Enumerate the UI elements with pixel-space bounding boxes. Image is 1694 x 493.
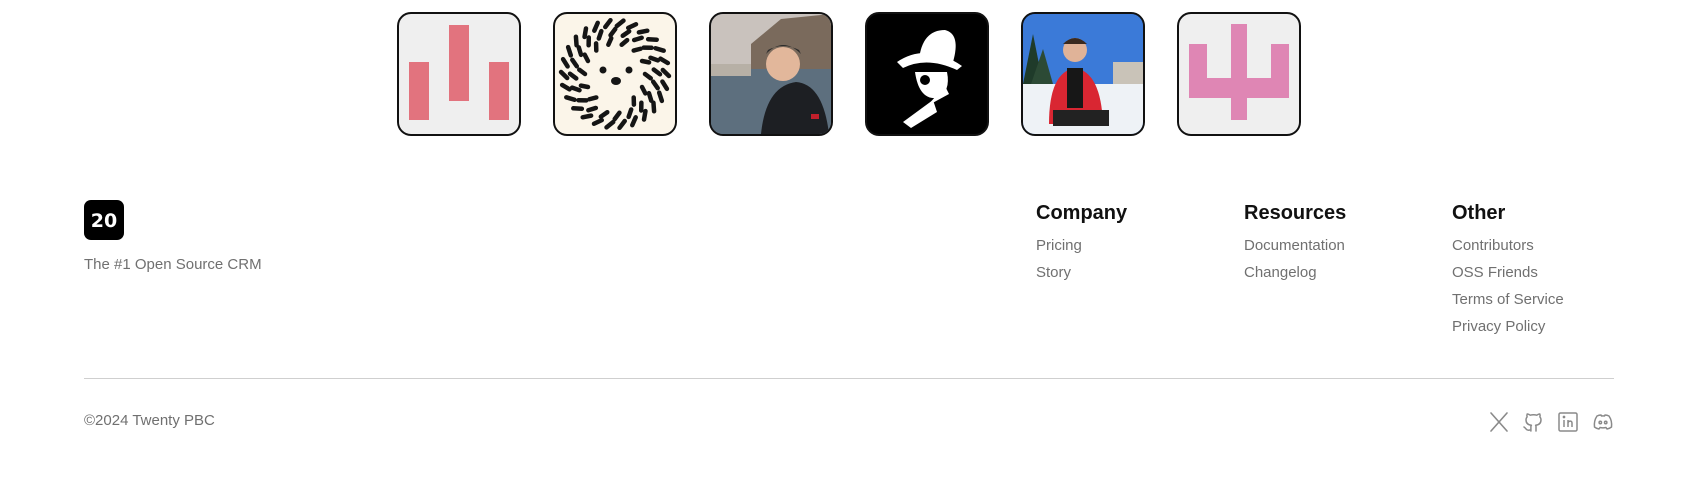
hedgehog-spike bbox=[577, 67, 588, 77]
hedgehog-spike bbox=[660, 67, 672, 79]
hedgehog-spike bbox=[648, 55, 661, 63]
hedgehog-spike bbox=[660, 79, 670, 92]
hedgehog-spike bbox=[604, 119, 616, 130]
footer-column-resources: Resources Documentation Changelog bbox=[1244, 200, 1346, 286]
link-documentation[interactable]: Documentation bbox=[1244, 232, 1346, 259]
hedgehog-spike bbox=[619, 37, 630, 48]
footer-divider bbox=[84, 378, 1614, 379]
hedgehog-spike bbox=[596, 28, 604, 41]
hedgehog-spike bbox=[656, 90, 665, 104]
hedgehog-spike bbox=[653, 45, 666, 53]
link-privacy-policy[interactable]: Privacy Policy bbox=[1452, 313, 1564, 340]
hedgehog-spike bbox=[592, 20, 600, 33]
hedgehog-spike bbox=[606, 35, 614, 48]
hedgehog-spike bbox=[582, 52, 591, 64]
hedgehog-spike bbox=[565, 44, 574, 58]
hedgehog-spike bbox=[564, 95, 577, 103]
column-title-resources: Resources bbox=[1244, 202, 1347, 224]
hedgehog-spike bbox=[630, 115, 638, 128]
hedgehog-spike bbox=[582, 26, 589, 40]
hedgehog-spike bbox=[560, 56, 570, 69]
link-oss-friends[interactable]: OSS Friends bbox=[1452, 259, 1564, 286]
hedgehog-spike bbox=[650, 79, 660, 91]
discord-icon[interactable] bbox=[1591, 410, 1615, 434]
hedgehog-spike bbox=[559, 82, 572, 92]
avatar-bars[interactable] bbox=[397, 12, 521, 136]
brand-logo[interactable]: 20 bbox=[84, 200, 124, 240]
link-changelog[interactable]: Changelog bbox=[1244, 259, 1346, 286]
hedgehog-spike bbox=[598, 109, 610, 119]
hedgehog-spike bbox=[591, 117, 605, 127]
avatar-pink-mark[interactable] bbox=[1177, 12, 1301, 136]
link-contributors[interactable]: Contributors bbox=[1452, 232, 1564, 259]
avatar-hat-illustration[interactable] bbox=[865, 12, 989, 136]
hedgehog-spike bbox=[578, 83, 591, 90]
link-story[interactable]: Story bbox=[1036, 259, 1127, 286]
hedgehog-spike bbox=[626, 107, 634, 120]
hedgehog-spike bbox=[651, 67, 663, 77]
tagline: The #1 Open Source CRM bbox=[84, 256, 262, 273]
link-pricing[interactable]: Pricing bbox=[1036, 232, 1127, 259]
copyright: ©2024 Twenty PBC bbox=[84, 412, 215, 429]
avatar-photo-lake[interactable] bbox=[709, 12, 833, 136]
hedgehog-spike bbox=[567, 71, 579, 81]
hedgehog-spike bbox=[636, 28, 650, 35]
linkedin-icon[interactable] bbox=[1556, 410, 1580, 434]
hedgehog-spike bbox=[570, 57, 580, 69]
column-title-company: Company bbox=[1036, 202, 1128, 224]
hedgehog-spike bbox=[625, 21, 639, 31]
column-title-other: Other bbox=[1452, 202, 1506, 224]
avatar-photo-snow[interactable] bbox=[1021, 12, 1145, 136]
footer-column-company: Company Pricing Story bbox=[1036, 200, 1127, 286]
hedgehog-spike bbox=[614, 18, 626, 29]
hedgehog-spike bbox=[639, 58, 652, 65]
hedgehog-spike bbox=[576, 45, 584, 58]
footer-column-other: Other Contributors OSS Friends Terms of … bbox=[1452, 200, 1564, 340]
logo-text: 20 bbox=[91, 210, 117, 232]
hedgehog-spike bbox=[569, 85, 582, 93]
hedgehog-spike bbox=[580, 113, 594, 120]
hedgehog-spike bbox=[641, 108, 648, 122]
hedgehog-spike bbox=[586, 105, 599, 113]
hedgehog-spike bbox=[617, 118, 627, 131]
link-terms-of-service[interactable]: Terms of Service bbox=[1452, 286, 1564, 313]
hedgehog-spike bbox=[558, 69, 570, 81]
hedgehog-spike bbox=[639, 84, 648, 96]
avatar-hedgehog[interactable] bbox=[553, 12, 677, 136]
hedgehog-spike bbox=[651, 100, 657, 114]
hedgehog-spike bbox=[646, 90, 654, 103]
hedgehog-spike bbox=[573, 34, 579, 48]
hedgehog-spike bbox=[620, 29, 632, 39]
hedgehog-spike bbox=[608, 26, 618, 38]
hedgehog-spike bbox=[603, 17, 613, 30]
hedgehog-spike bbox=[642, 71, 653, 81]
hedgehog-spike bbox=[658, 56, 671, 66]
github-icon[interactable] bbox=[1521, 410, 1545, 434]
hedgehog-spike bbox=[612, 110, 622, 122]
hedgehog-spike bbox=[631, 35, 644, 43]
x-icon[interactable] bbox=[1487, 410, 1511, 434]
hedgehog-spike bbox=[587, 95, 599, 102]
hedgehog-spike bbox=[631, 46, 643, 53]
